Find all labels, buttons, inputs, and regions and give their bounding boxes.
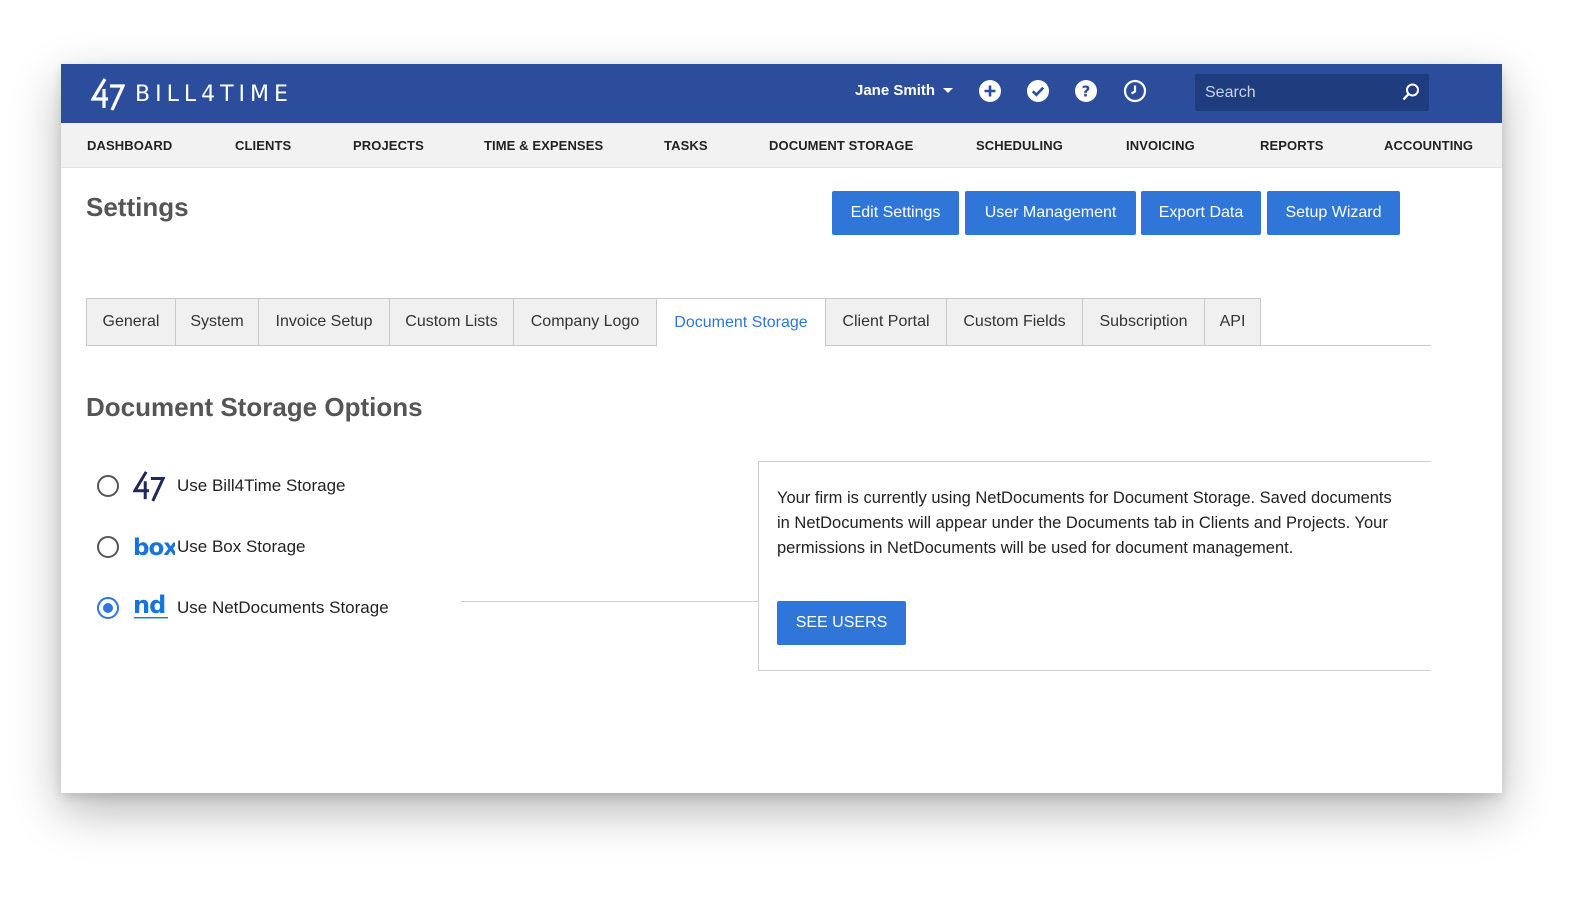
option-label: Use Box Storage <box>177 537 306 556</box>
app-window: BILL4TIME Jane Smith ? Search DASHBOARD … <box>61 64 1502 793</box>
radio-box[interactable] <box>97 536 119 558</box>
svg-text:nd: nd <box>133 593 165 619</box>
radio-netdocuments[interactable] <box>97 597 119 619</box>
search-input[interactable] <box>1195 74 1405 111</box>
nav-invoicing[interactable]: INVOICING <box>1126 138 1195 153</box>
search-box <box>1195 74 1429 111</box>
box-logo-icon: box <box>133 534 177 560</box>
brand-name: BILL4TIME <box>135 81 293 107</box>
tab-document-storage[interactable]: Document Storage <box>656 298 826 347</box>
tab-custom-fields[interactable]: Custom Fields <box>946 298 1083 346</box>
radio-bill4time[interactable] <box>97 475 119 497</box>
tab-client-portal[interactable]: Client Portal <box>825 298 947 346</box>
tab-company-logo[interactable]: Company Logo <box>513 298 657 346</box>
tab-api[interactable]: API <box>1204 298 1261 346</box>
bill4time-logo-icon <box>91 78 125 111</box>
nav-scheduling[interactable]: SCHEDULING <box>976 138 1063 153</box>
option-bill4time-storage[interactable]: Use Bill4Time Storage <box>97 470 346 502</box>
bill4time-logo-icon <box>133 470 177 502</box>
tab-general[interactable]: General <box>86 298 176 346</box>
help-circle-icon[interactable]: ? <box>1074 79 1098 103</box>
nav-time-expenses[interactable]: TIME & EXPENSES <box>484 138 603 153</box>
edit-settings-button[interactable]: Edit Settings <box>832 191 959 235</box>
user-name: Jane Smith <box>855 82 936 99</box>
clock-icon[interactable] <box>1123 79 1147 103</box>
option-label: Use NetDocuments Storage <box>177 598 389 617</box>
option-label: Use Bill4Time Storage <box>177 476 346 495</box>
user-menu[interactable]: Jane Smith <box>855 82 954 99</box>
tab-custom-lists[interactable]: Custom Lists <box>389 298 514 346</box>
brand-logo[interactable]: BILL4TIME <box>91 74 293 114</box>
setup-wizard-button[interactable]: Setup Wizard <box>1267 191 1400 235</box>
nav-tasks[interactable]: TASKS <box>664 138 708 153</box>
storage-info-text: Your firm is currently using NetDocument… <box>777 489 1392 557</box>
option-box-storage[interactable]: box Use Box Storage <box>97 532 306 562</box>
export-data-button[interactable]: Export Data <box>1141 191 1261 235</box>
nav-dashboard[interactable]: DASHBOARD <box>87 138 172 153</box>
page-title: Settings <box>86 192 189 222</box>
nav-reports[interactable]: REPORTS <box>1260 138 1324 153</box>
nav-document-storage[interactable]: DOCUMENT STORAGE <box>769 138 913 153</box>
nav-accounting[interactable]: ACCOUNTING <box>1384 138 1473 153</box>
user-management-button[interactable]: User Management <box>965 191 1136 235</box>
top-bar: BILL4TIME Jane Smith ? <box>61 64 1502 123</box>
svg-text:box: box <box>133 535 175 560</box>
svg-text:?: ? <box>1082 83 1091 101</box>
nav-projects[interactable]: PROJECTS <box>353 138 424 153</box>
nav-clients[interactable]: CLIENTS <box>235 138 291 153</box>
chevron-down-icon <box>943 88 954 93</box>
tab-system[interactable]: System <box>175 298 259 346</box>
option-netdocuments-storage[interactable]: nd Use NetDocuments Storage <box>97 593 389 623</box>
see-users-button[interactable]: SEE USERS <box>777 601 906 645</box>
storage-info-panel: Your firm is currently using NetDocument… <box>758 461 1431 671</box>
main-nav: DASHBOARD CLIENTS PROJECTS TIME & EXPENS… <box>61 123 1502 168</box>
tab-invoice-setup[interactable]: Invoice Setup <box>258 298 390 346</box>
check-circle-icon[interactable] <box>1026 79 1050 103</box>
connector-line <box>461 601 759 602</box>
search-icon[interactable] <box>1401 82 1421 102</box>
section-title: Document Storage Options <box>86 392 423 422</box>
plus-circle-icon[interactable] <box>978 79 1002 103</box>
netdocuments-logo-icon: nd <box>133 593 177 623</box>
tab-subscription[interactable]: Subscription <box>1082 298 1205 346</box>
